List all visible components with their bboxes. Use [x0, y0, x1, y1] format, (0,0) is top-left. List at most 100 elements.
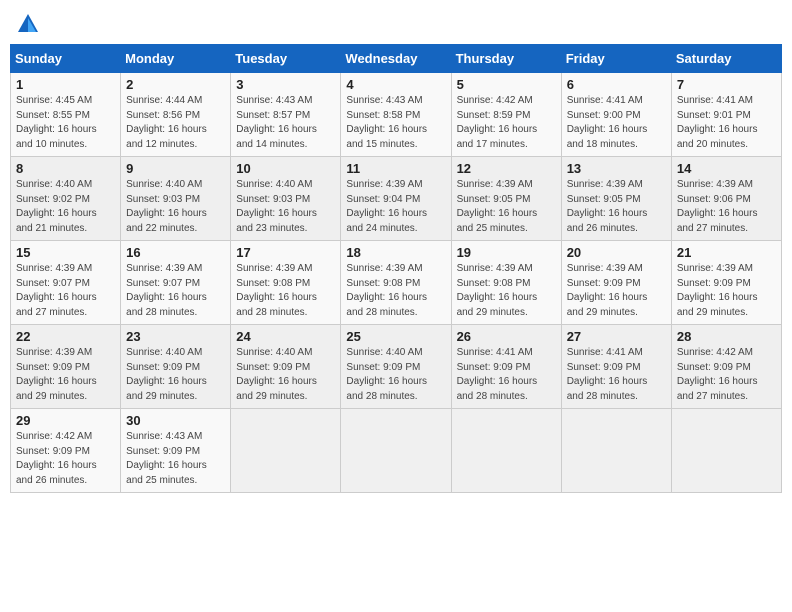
- day-number: 18: [346, 245, 445, 260]
- empty-cell: [231, 409, 341, 493]
- day-info: Sunrise: 4:42 AMSunset: 9:09 PMDaylight:…: [677, 346, 776, 404]
- day-number: 24: [236, 329, 335, 344]
- day-info: Sunrise: 4:41 AMSunset: 9:01 PMDaylight:…: [677, 94, 776, 152]
- day-cell: 13 Sunrise: 4:39 AMSunset: 9:05 PMDayligh…: [561, 157, 671, 241]
- day-number: 19: [457, 245, 556, 260]
- day-info: Sunrise: 4:39 AMSunset: 9:09 PMDaylight:…: [567, 262, 666, 320]
- day-cell: 28 Sunrise: 4:42 AMSunset: 9:09 PMDayligh…: [671, 325, 781, 409]
- day-info: Sunrise: 4:39 AMSunset: 9:09 PMDaylight:…: [677, 262, 776, 320]
- day-info: Sunrise: 4:41 AMSunset: 9:09 PMDaylight:…: [567, 346, 666, 404]
- day-number: 23: [126, 329, 225, 344]
- day-cell: 19Sunrise: 4:39 AMSunset: 9:08 PMDayligh…: [451, 241, 561, 325]
- day-cell: 2 Sunrise: 4:44 AMSunset: 8:56 PMDaylight…: [121, 73, 231, 157]
- day-info: Sunrise: 4:40 AMSunset: 9:03 PMDaylight:…: [236, 178, 335, 236]
- calendar-week-row: 8 Sunrise: 4:40 AMSunset: 9:02 PMDaylight…: [11, 157, 782, 241]
- day-info: Sunrise: 4:39 AMSunset: 9:07 PMDaylight:…: [16, 262, 115, 320]
- day-number: 5: [457, 77, 556, 92]
- day-cell: 22 Sunrise: 4:39 AMSunset: 9:09 PMDayligh…: [11, 325, 121, 409]
- day-info: Sunrise: 4:43 AMSunset: 8:58 PMDaylight:…: [346, 94, 445, 152]
- empty-cell: [451, 409, 561, 493]
- day-number: 22: [16, 329, 115, 344]
- day-info: Sunrise: 4:39 AMSunset: 9:09 PMDaylight:…: [16, 346, 115, 404]
- day-cell: 25 Sunrise: 4:40 AMSunset: 9:09 PMDayligh…: [341, 325, 451, 409]
- header-thursday: Thursday: [451, 45, 561, 73]
- day-cell: 9 Sunrise: 4:40 AMSunset: 9:03 PMDaylight…: [121, 157, 231, 241]
- day-info: Sunrise: 4:39 AMSunset: 9:06 PMDaylight:…: [677, 178, 776, 236]
- day-cell: 6 Sunrise: 4:41 AMSunset: 9:00 PMDaylight…: [561, 73, 671, 157]
- day-number: 2: [126, 77, 225, 92]
- day-info: Sunrise: 4:43 AMSunset: 9:09 PMDaylight:…: [126, 430, 225, 488]
- day-cell: 21 Sunrise: 4:39 AMSunset: 9:09 PMDayligh…: [671, 241, 781, 325]
- day-info: Sunrise: 4:44 AMSunset: 8:56 PMDaylight:…: [126, 94, 225, 152]
- day-number: 28: [677, 329, 776, 344]
- day-number: 4: [346, 77, 445, 92]
- day-number: 3: [236, 77, 335, 92]
- day-number: 21: [677, 245, 776, 260]
- day-number: 8: [16, 161, 115, 176]
- day-number: 30: [126, 413, 225, 428]
- day-cell: 29 Sunrise: 4:42 AMSunset: 9:09 PMDayligh…: [11, 409, 121, 493]
- day-cell: 27 Sunrise: 4:41 AMSunset: 9:09 PMDayligh…: [561, 325, 671, 409]
- header-friday: Friday: [561, 45, 671, 73]
- header-tuesday: Tuesday: [231, 45, 341, 73]
- day-number: 29: [16, 413, 115, 428]
- calendar-table: Sunday Monday Tuesday Wednesday Thursday…: [10, 44, 782, 493]
- day-info: Sunrise: 4:40 AMSunset: 9:02 PMDaylight:…: [16, 178, 115, 236]
- header-monday: Monday: [121, 45, 231, 73]
- header-saturday: Saturday: [671, 45, 781, 73]
- day-info: Sunrise: 4:39 AMSunset: 9:08 PMDaylight:…: [346, 262, 445, 320]
- day-number: 17: [236, 245, 335, 260]
- day-cell: 3 Sunrise: 4:43 AMSunset: 8:57 PMDaylight…: [231, 73, 341, 157]
- day-info: Sunrise: 4:42 AMSunset: 9:09 PMDaylight:…: [16, 430, 115, 488]
- day-cell: 30 Sunrise: 4:43 AMSunset: 9:09 PMDayligh…: [121, 409, 231, 493]
- header-sunday: Sunday: [11, 45, 121, 73]
- day-info: Sunrise: 4:40 AMSunset: 9:09 PMDaylight:…: [236, 346, 335, 404]
- day-info: Sunrise: 4:42 AMSunset: 8:59 PMDaylight:…: [457, 94, 556, 152]
- day-cell: 8 Sunrise: 4:40 AMSunset: 9:02 PMDaylight…: [11, 157, 121, 241]
- logo: [14, 10, 46, 38]
- day-info: Sunrise: 4:40 AMSunset: 9:09 PMDaylight:…: [126, 346, 225, 404]
- day-cell: 1Sunrise: 4:45 AMSunset: 8:55 PMDaylight…: [11, 73, 121, 157]
- header-wednesday: Wednesday: [341, 45, 451, 73]
- day-cell: 15 Sunrise: 4:39 AMSunset: 9:07 PMDayligh…: [11, 241, 121, 325]
- logo-icon: [14, 10, 42, 38]
- day-number: 14: [677, 161, 776, 176]
- day-number: 9: [126, 161, 225, 176]
- day-cell: 7 Sunrise: 4:41 AMSunset: 9:01 PMDaylight…: [671, 73, 781, 157]
- day-cell: 4 Sunrise: 4:43 AMSunset: 8:58 PMDaylight…: [341, 73, 451, 157]
- day-cell: 23 Sunrise: 4:40 AMSunset: 9:09 PMDayligh…: [121, 325, 231, 409]
- day-number: 16: [126, 245, 225, 260]
- day-info: Sunrise: 4:39 AMSunset: 9:05 PMDaylight:…: [457, 178, 556, 236]
- day-number: 12: [457, 161, 556, 176]
- day-number: 25: [346, 329, 445, 344]
- day-number: 7: [677, 77, 776, 92]
- day-info: Sunrise: 4:43 AMSunset: 8:57 PMDaylight:…: [236, 94, 335, 152]
- calendar-week-row: 15 Sunrise: 4:39 AMSunset: 9:07 PMDayligh…: [11, 241, 782, 325]
- empty-cell: [561, 409, 671, 493]
- calendar-week-row: 29 Sunrise: 4:42 AMSunset: 9:09 PMDayligh…: [11, 409, 782, 493]
- day-number: 10: [236, 161, 335, 176]
- day-info: Sunrise: 4:41 AMSunset: 9:00 PMDaylight:…: [567, 94, 666, 152]
- day-number: 15: [16, 245, 115, 260]
- day-info: Sunrise: 4:39 AMSunset: 9:04 PMDaylight:…: [346, 178, 445, 236]
- day-cell: 17 Sunrise: 4:39 AMSunset: 9:08 PMDayligh…: [231, 241, 341, 325]
- day-info: Sunrise: 4:40 AMSunset: 9:09 PMDaylight:…: [346, 346, 445, 404]
- day-number: 26: [457, 329, 556, 344]
- empty-cell: [671, 409, 781, 493]
- day-info: Sunrise: 4:39 AMSunset: 9:05 PMDaylight:…: [567, 178, 666, 236]
- day-cell: 12 Sunrise: 4:39 AMSunset: 9:05 PMDayligh…: [451, 157, 561, 241]
- day-info: Sunrise: 4:40 AMSunset: 9:03 PMDaylight:…: [126, 178, 225, 236]
- day-number: 13: [567, 161, 666, 176]
- day-cell: 14 Sunrise: 4:39 AMSunset: 9:06 PMDayligh…: [671, 157, 781, 241]
- day-info: Sunrise: 4:39 AMSunset: 9:08 PMDaylight:…: [236, 262, 335, 320]
- day-number: 27: [567, 329, 666, 344]
- day-cell: 24 Sunrise: 4:40 AMSunset: 9:09 PMDayligh…: [231, 325, 341, 409]
- day-number: 6: [567, 77, 666, 92]
- day-cell: 20Sunrise: 4:39 AMSunset: 9:09 PMDayligh…: [561, 241, 671, 325]
- day-cell: 5 Sunrise: 4:42 AMSunset: 8:59 PMDaylight…: [451, 73, 561, 157]
- weekday-header-row: Sunday Monday Tuesday Wednesday Thursday…: [11, 45, 782, 73]
- calendar-week-row: 22 Sunrise: 4:39 AMSunset: 9:09 PMDayligh…: [11, 325, 782, 409]
- empty-cell: [341, 409, 451, 493]
- day-cell: 10 Sunrise: 4:40 AMSunset: 9:03 PMDayligh…: [231, 157, 341, 241]
- day-cell: 11Sunrise: 4:39 AMSunset: 9:04 PMDayligh…: [341, 157, 451, 241]
